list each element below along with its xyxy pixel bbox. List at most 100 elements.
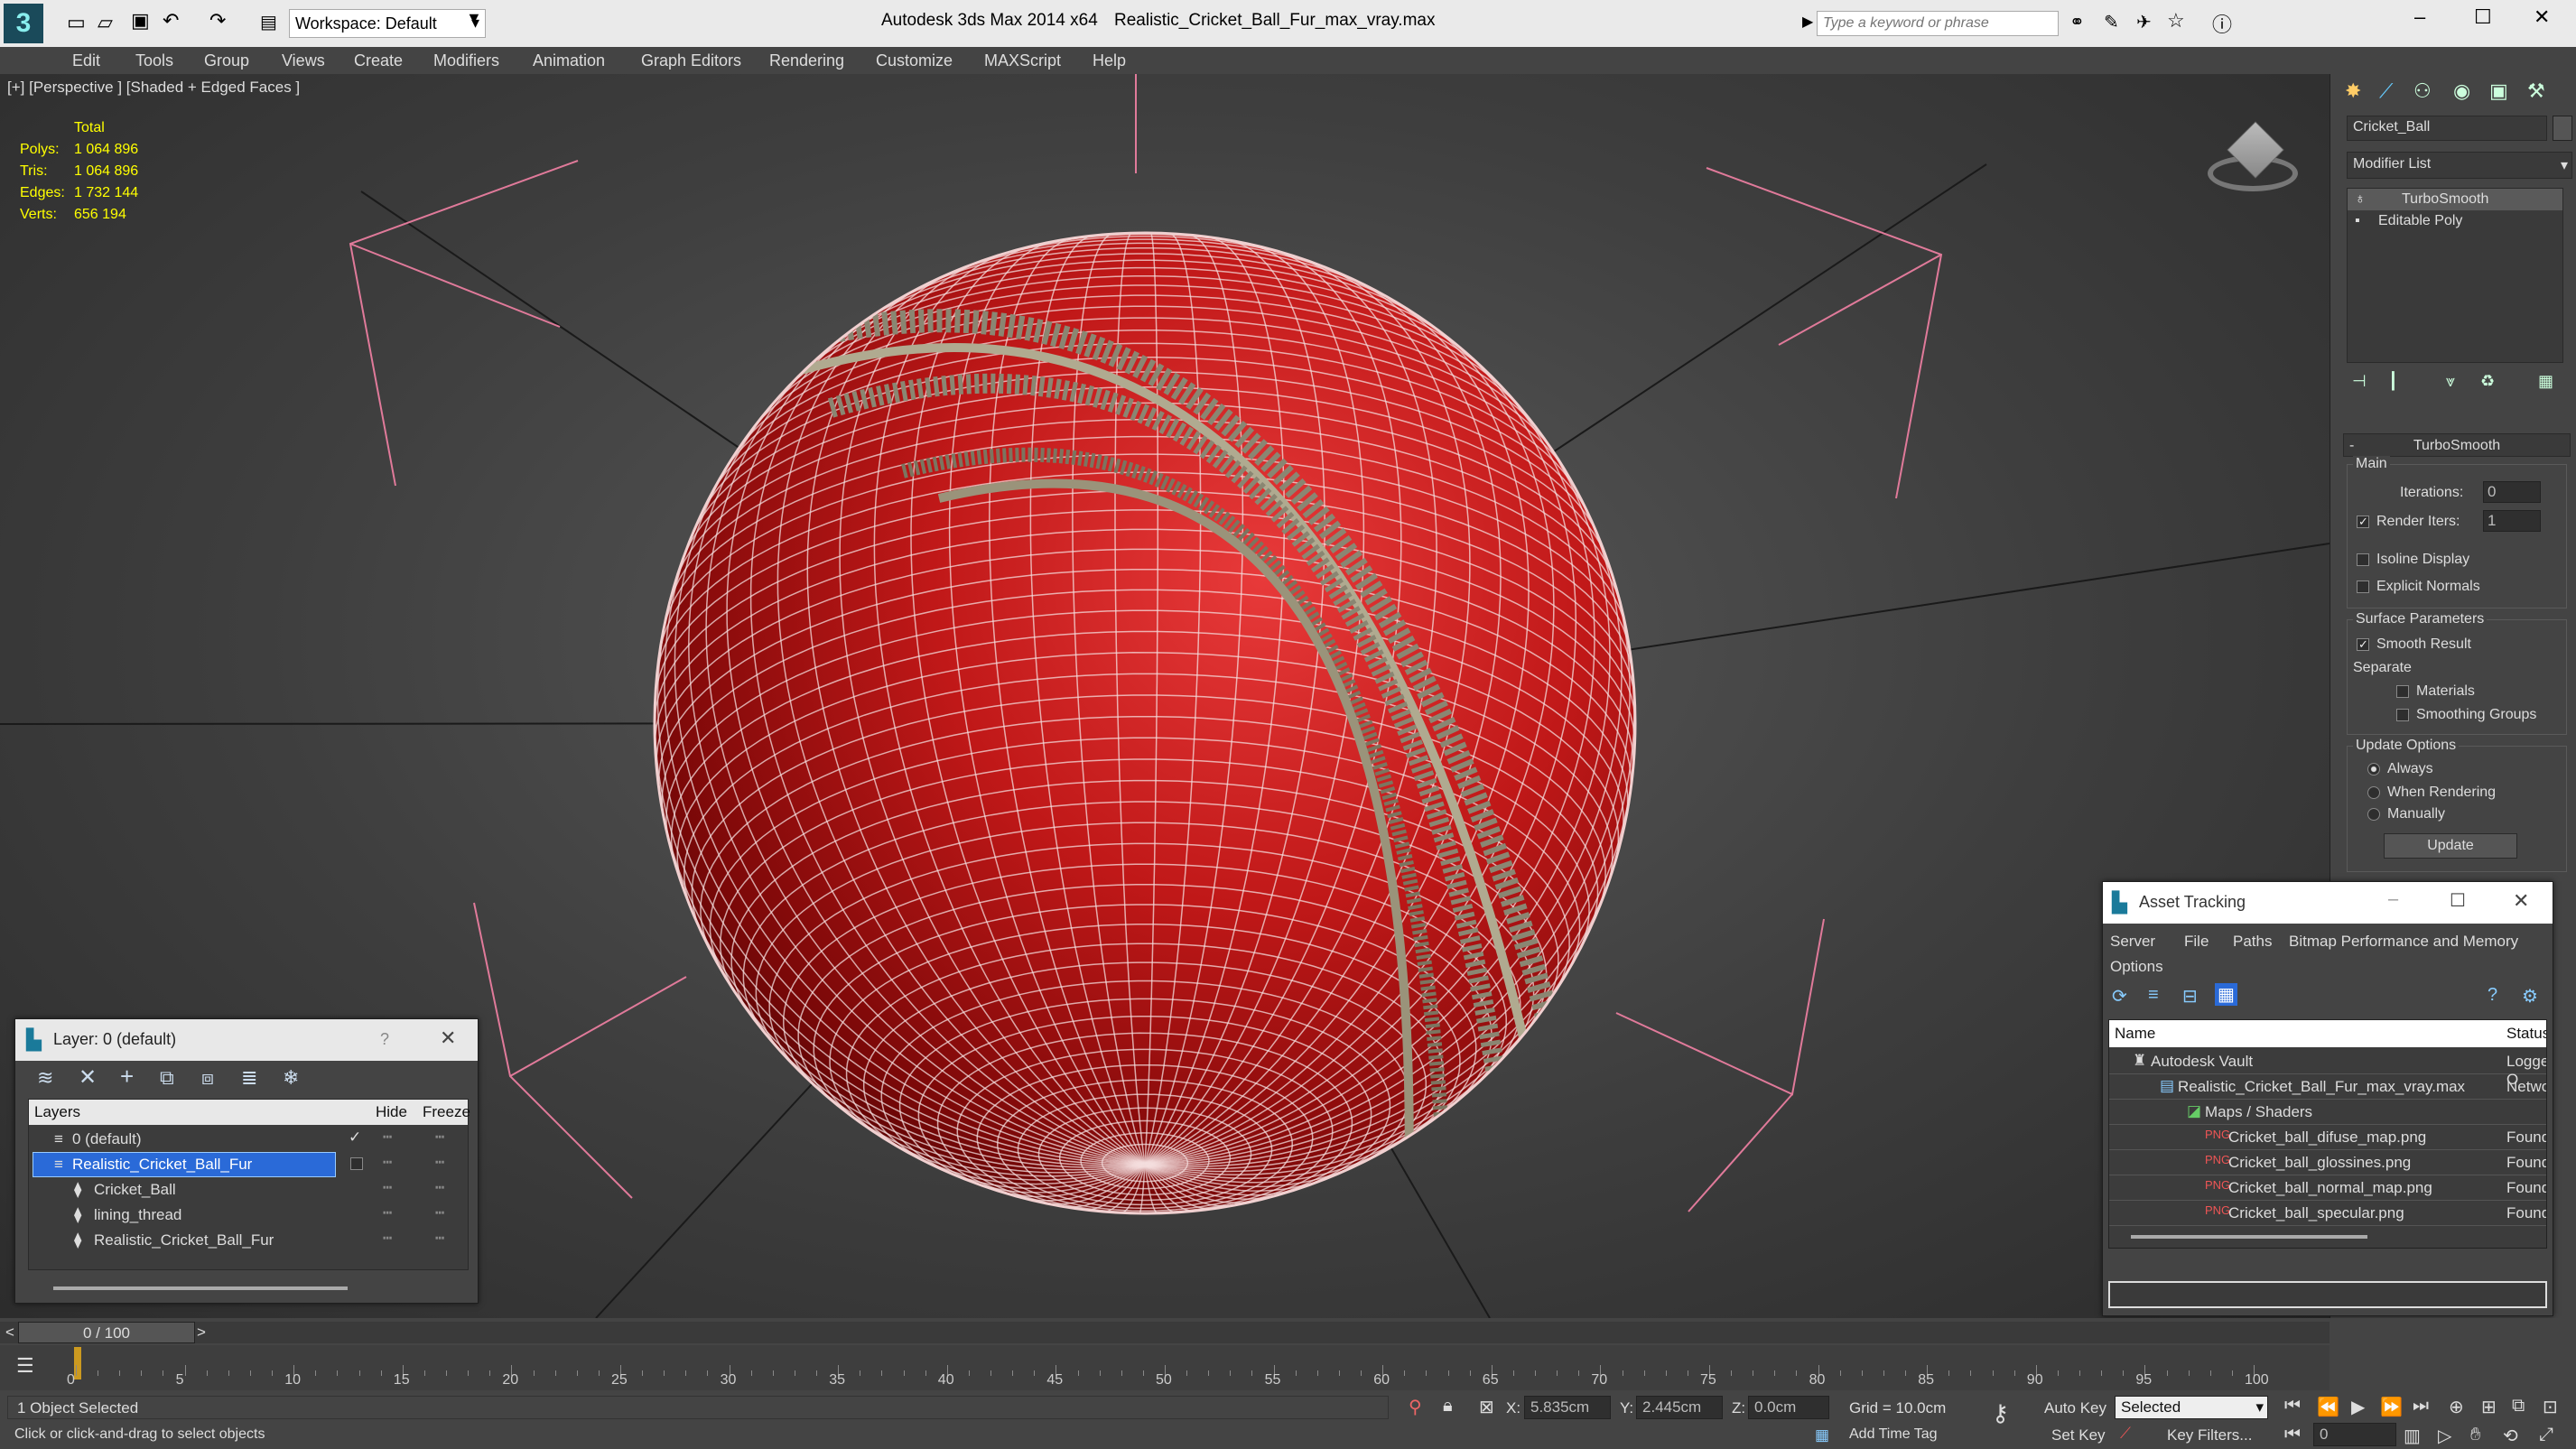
update-button[interactable]: Update xyxy=(2384,833,2517,859)
zoom-extents-all-icon[interactable]: ⊡ xyxy=(2543,1396,2558,1418)
tree-view-icon[interactable]: ⊟ xyxy=(2182,985,2198,1008)
isolate-icon[interactable]: ⚲ xyxy=(1409,1396,1422,1418)
menu-modifiers[interactable]: Modifiers xyxy=(433,51,499,70)
object-name-field[interactable]: Cricket_Ball xyxy=(2347,116,2547,141)
menu-animation[interactable]: Animation xyxy=(533,51,605,70)
fov-icon[interactable]: ▷ xyxy=(2438,1425,2451,1447)
viewcube[interactable] xyxy=(2203,110,2302,209)
menu-graph-editors[interactable]: Graph Editors xyxy=(641,51,741,70)
menu-edit[interactable]: Edit xyxy=(72,51,100,70)
selection-lock-icon[interactable]: 🔒︎ xyxy=(1443,1396,1453,1416)
play-icon[interactable]: ▶ xyxy=(2351,1396,2365,1418)
key-mode-toggle-icon[interactable]: ⏮ xyxy=(2284,1425,2301,1445)
orbit-icon[interactable]: ⟲ xyxy=(2503,1425,2518,1447)
set-key-mode-icon[interactable]: ⚷ xyxy=(1992,1399,2009,1427)
asset-path-field[interactable] xyxy=(2108,1281,2547,1308)
utilities-tab-icon[interactable]: ⚒ xyxy=(2527,79,2545,103)
display-tab-icon[interactable]: ▣ xyxy=(2489,79,2508,103)
help-icon[interactable]: ? xyxy=(2488,985,2497,1006)
search-input[interactable] xyxy=(1817,11,2059,36)
col-hide[interactable]: Hide xyxy=(376,1103,407,1121)
menu-create[interactable]: Create xyxy=(354,51,403,70)
freeze-toggle[interactable]: ┅ xyxy=(435,1179,444,1197)
layer-row[interactable]: ≡ 0 (default) ✓ ┅ ┅ xyxy=(29,1127,468,1152)
goto-start-icon[interactable]: ⏮ xyxy=(2284,1396,2301,1416)
layer-object-row[interactable]: ⧫ Cricket_Ball ┅ ┅ xyxy=(29,1177,468,1203)
layer-dialog-help[interactable]: ? xyxy=(380,1030,389,1049)
zoom-icon[interactable]: ⊕ xyxy=(2449,1396,2464,1418)
layer-object-row[interactable]: ⧫ lining_thread ┅ ┅ xyxy=(29,1203,468,1228)
key-filters-button[interactable]: Key Filters... xyxy=(2167,1426,2252,1444)
hierarchy-tab-icon[interactable]: ⚇ xyxy=(2413,79,2432,103)
materials-checkbox[interactable] xyxy=(2396,685,2409,698)
stack-item-editable-poly[interactable]: ▪ Editable Poly xyxy=(2348,210,2562,232)
layer-dialog-titlebar[interactable]: ▙ Layer: 0 (default) ? ✕ xyxy=(15,1019,478,1061)
show-end-result-icon[interactable]: ┃ xyxy=(2388,372,2398,391)
explicit-normals-checkbox[interactable] xyxy=(2357,581,2369,593)
pin-stack-icon[interactable]: ⊣ xyxy=(2352,372,2367,391)
auto-key-button[interactable]: Auto Key xyxy=(2044,1399,2106,1417)
undo-icon[interactable]: ↶ xyxy=(163,9,179,33)
slider-prev-icon[interactable]: < xyxy=(5,1324,14,1342)
time-tag-icon[interactable]: ▦ xyxy=(1815,1426,1829,1444)
asset-row[interactable]: ♜ Autodesk Vault Logged O xyxy=(2109,1049,2546,1088)
zoom-extents-icon[interactable]: ⧉ xyxy=(2512,1396,2525,1416)
isoline-checkbox[interactable] xyxy=(2357,553,2369,566)
open-file-icon[interactable]: ▱ xyxy=(98,11,113,34)
redo-icon[interactable]: ↷ xyxy=(209,9,226,33)
settings-icon[interactable]: ⚙ xyxy=(2522,985,2538,1008)
remove-modifier-icon[interactable]: ♻ xyxy=(2480,372,2495,391)
refresh-icon[interactable]: ⟳ xyxy=(2112,985,2127,1008)
make-unique-icon[interactable]: ⩔ xyxy=(2446,372,2455,391)
z-coordinate-field[interactable]: 0.0cm xyxy=(1748,1396,1829,1419)
motion-tab-icon[interactable]: ◉ xyxy=(2453,79,2470,103)
layer-object-row[interactable]: ⧫ Realistic_Cricket_Ball_Fur ┅ ┅ xyxy=(29,1228,468,1253)
asset-menu-file[interactable]: File xyxy=(2184,933,2209,951)
freeze-toggle[interactable]: ┅ xyxy=(435,1129,444,1147)
freeze-toggle[interactable]: ┅ xyxy=(435,1230,444,1248)
col-freeze[interactable]: Freeze xyxy=(423,1103,470,1121)
col-layers[interactable]: Layers xyxy=(34,1103,80,1121)
maximize-icon[interactable]: ☐ xyxy=(2450,889,2466,912)
freeze-toggle[interactable]: ┅ xyxy=(435,1154,444,1172)
table-view-icon[interactable]: ▦ xyxy=(2215,983,2237,1006)
pan-icon[interactable]: ✋︎ xyxy=(2470,1425,2480,1445)
asset-menu-options[interactable]: Options xyxy=(2110,958,2163,976)
when-rendering-radio[interactable] xyxy=(2367,786,2380,799)
modify-tab-icon[interactable]: ⟋ xyxy=(2379,79,2393,103)
hide-toggle[interactable]: ┅ xyxy=(383,1154,392,1172)
iterations-spinner[interactable]: 0 xyxy=(2483,481,2541,503)
minimize-icon[interactable]: – xyxy=(2388,889,2398,910)
communication-icon[interactable]: ✈ xyxy=(2136,11,2152,33)
create-layer-icon[interactable]: ≋ xyxy=(37,1066,53,1090)
slider-thumb[interactable]: 0 / 100 xyxy=(18,1322,195,1343)
smooth-result-checkbox[interactable] xyxy=(2357,638,2369,651)
help-icon[interactable]: ⓘ xyxy=(2212,9,2232,38)
render-iters-spinner[interactable]: 1 xyxy=(2483,510,2541,532)
layer-row-selected[interactable]: ≡ Realistic_Cricket_Ball_Fur ┅ ┅ xyxy=(29,1152,468,1177)
smoothing-groups-checkbox[interactable] xyxy=(2396,709,2409,721)
key-mode-dropdown[interactable]: Selected ▾ xyxy=(2115,1396,2268,1419)
menu-group[interactable]: Group xyxy=(204,51,249,70)
hide-all-icon[interactable]: ≣ xyxy=(241,1066,257,1090)
select-objects-icon[interactable]: ⧉ xyxy=(160,1066,174,1090)
search-arrow-icon[interactable]: ▶ xyxy=(1802,13,1813,31)
menu-maxscript[interactable]: MAXScript xyxy=(984,51,1061,70)
track-bar[interactable]: ☰ 0 5 10 15 20 25 30 35 40 45 50 55 60 65 70 75 80 85 90 95… xyxy=(0,1345,2330,1390)
delete-layer-icon[interactable]: ✕ xyxy=(79,1064,97,1091)
time-slider[interactable]: < 0 / 100 > xyxy=(0,1322,2330,1343)
asset-scrollbar[interactable] xyxy=(2131,1235,2367,1239)
goto-end-icon[interactable]: ⏭ xyxy=(2413,1396,2429,1416)
modifier-list-dropdown[interactable]: Modifier List ▾ xyxy=(2347,152,2572,179)
collapse-icon[interactable]: - xyxy=(2349,438,2354,454)
hide-toggle[interactable]: ┅ xyxy=(383,1230,392,1248)
workspace-dropdown[interactable]: Workspace: Default ▾ xyxy=(289,9,486,38)
set-key-button[interactable]: Set Key xyxy=(2051,1426,2106,1444)
col-status[interactable]: Status xyxy=(2506,1025,2546,1043)
minimize-icon[interactable]: – xyxy=(2414,5,2425,29)
close-icon[interactable]: ✕ xyxy=(440,1026,456,1050)
create-tab-icon[interactable]: ✸ xyxy=(2345,79,2361,103)
menu-tools[interactable]: Tools xyxy=(135,51,173,70)
stack-item-turbosmooth[interactable]: ♁ TurboSmooth xyxy=(2348,189,2562,210)
time-config-icon[interactable]: ▥ xyxy=(2404,1425,2421,1447)
